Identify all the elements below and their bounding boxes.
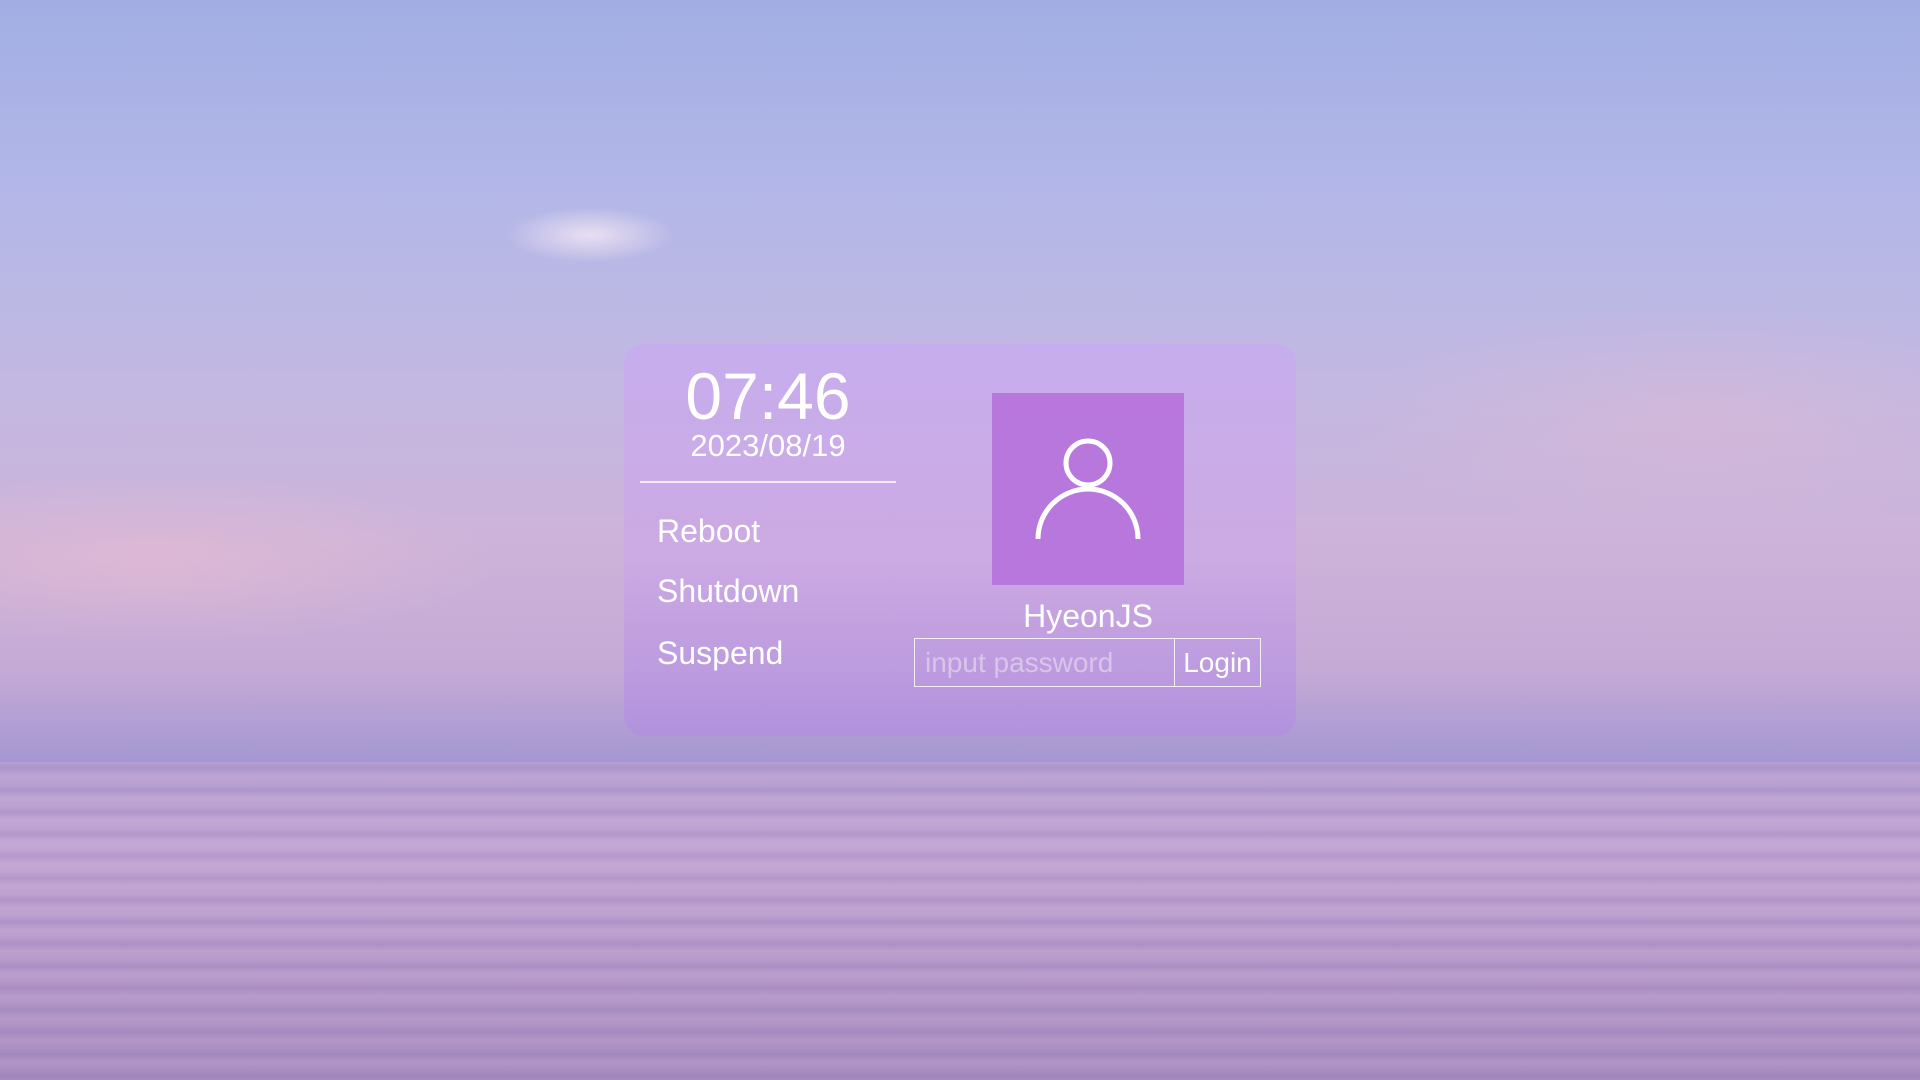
divider: [640, 481, 896, 483]
login-button[interactable]: Login: [1174, 638, 1261, 687]
clock-date: 2023/08/19: [690, 428, 846, 463]
reboot-button[interactable]: Reboot: [657, 511, 760, 551]
username: HyeonJS: [1023, 598, 1153, 634]
suspend-button[interactable]: Suspend: [657, 633, 783, 673]
avatar: [992, 393, 1184, 585]
shutdown-button[interactable]: Shutdown: [657, 571, 799, 611]
password-input[interactable]: [914, 638, 1174, 687]
login-panel: 07:46 2023/08/19 Reboot Shutdown Suspend…: [624, 344, 1296, 736]
wallpaper-sea: [0, 762, 1920, 1080]
user-icon: [1035, 438, 1141, 540]
clock-time: 07:46: [685, 359, 851, 433]
